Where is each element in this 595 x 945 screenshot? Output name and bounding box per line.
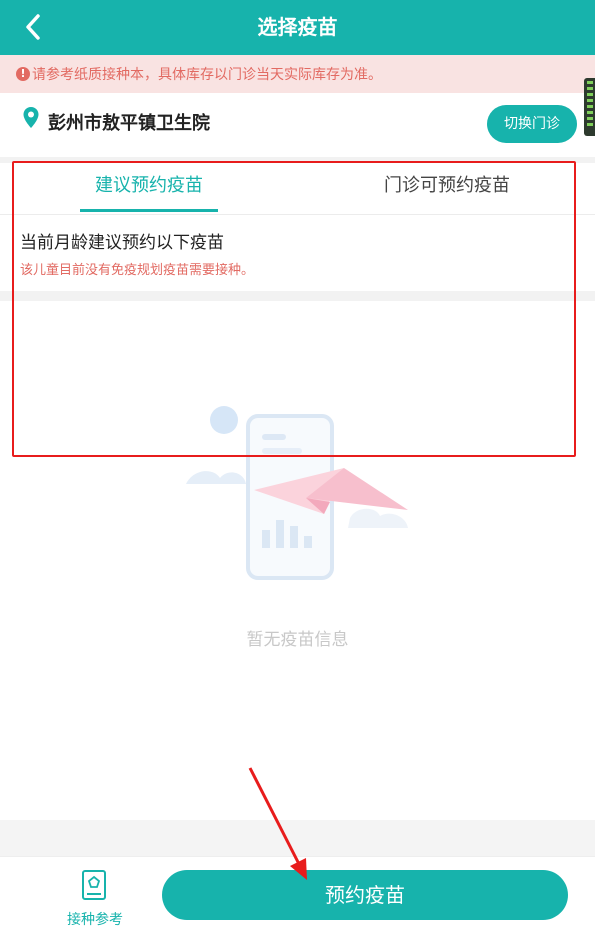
empty-state-illustration	[186, 406, 408, 580]
active-tab-indicator	[80, 209, 218, 212]
book-vaccine-button[interactable]: 预约疫苗	[162, 870, 568, 920]
notice-text: 请参考纸质接种本，具体库存以门诊当天实际库存为准。	[32, 67, 382, 83]
suggestion-note: 该儿童目前没有免疫规划疫苗需要接种。	[20, 263, 255, 278]
booklet-icon	[82, 870, 106, 900]
clinic-name: 彭州市敖平镇卫生院	[48, 113, 210, 134]
vaccination-reference-button[interactable]: 接种参考	[55, 869, 135, 929]
bottom-action-bar: 接种参考 预约疫苗	[0, 856, 595, 945]
empty-state-text: 暂无疫苗信息	[246, 630, 349, 650]
tab-clinic-vaccines[interactable]: 门诊可预约疫苗	[372, 163, 522, 214]
clinic-row: 彭州市敖平镇卫生院 切换门诊	[0, 93, 595, 157]
suggestion-block: 当前月龄建议预约以下疫苗 该儿童目前没有免疫规划疫苗需要接种。	[20, 228, 254, 278]
bottom-spacer	[0, 820, 595, 856]
top-bar: 选择疫苗	[0, 0, 595, 55]
tab-suggested-vaccines[interactable]: 建议预约疫苗	[80, 163, 218, 214]
page-title: 选择疫苗	[257, 15, 338, 39]
suggestion-heading: 当前月龄建议预约以下疫苗	[20, 233, 224, 253]
tab-bar: 建议预约疫苗 门诊可预约疫苗	[0, 163, 595, 215]
switch-clinic-button[interactable]: 切换门诊	[487, 105, 577, 143]
divider	[0, 291, 595, 301]
side-tool-widget[interactable]	[584, 78, 595, 136]
notice-banner: ! 请参考纸质接种本，具体库存以门诊当天实际库存为准。	[0, 55, 595, 93]
location-pin-icon	[23, 107, 39, 128]
reference-label: 接种参考	[67, 912, 123, 928]
exclamation-circle-icon: !	[16, 67, 30, 81]
